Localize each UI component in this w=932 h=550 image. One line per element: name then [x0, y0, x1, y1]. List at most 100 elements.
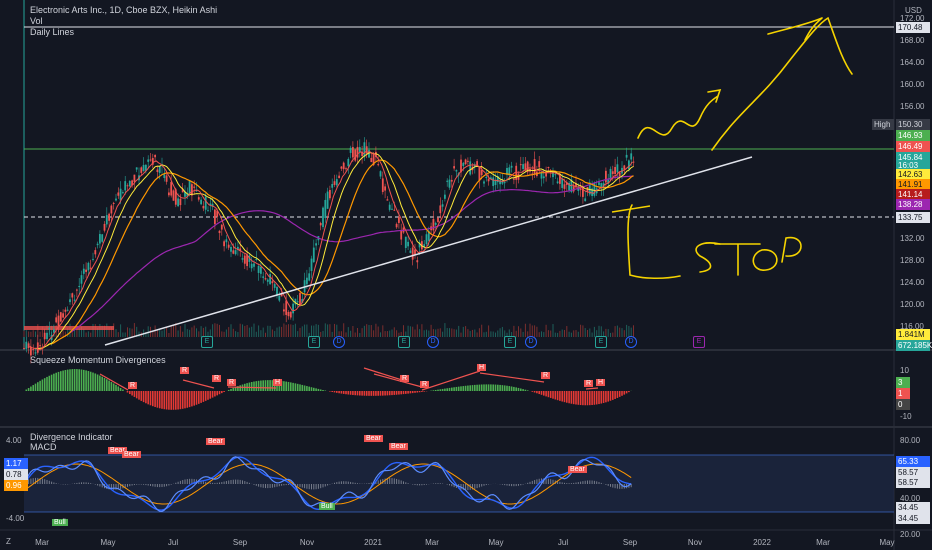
reg-div-label-6[interactable]: R — [420, 381, 430, 388]
squeeze-bar — [204, 391, 207, 401]
dividend-marker[interactable]: D — [427, 336, 439, 348]
timezone-icon[interactable]: Z — [6, 537, 11, 546]
volume-bar — [354, 332, 356, 337]
dividend-marker[interactable]: D — [625, 336, 637, 348]
trendline[interactable] — [104, 156, 753, 346]
bear-marker-4[interactable]: Bear — [364, 435, 383, 442]
earnings-marker[interactable]: E — [398, 336, 410, 348]
squeeze-bar — [421, 391, 423, 392]
annotation-drawing[interactable] — [627, 16, 853, 280]
dividend-marker[interactable]: D — [525, 336, 537, 348]
volume-bar — [416, 324, 418, 337]
volume-bar — [384, 331, 386, 337]
volume-bar — [304, 324, 306, 337]
volume-bar — [232, 328, 234, 337]
squeeze-bar — [388, 391, 391, 396]
volume-bar — [591, 332, 593, 337]
candle-body — [69, 299, 71, 303]
reg-div-label-7[interactable]: R — [541, 372, 551, 379]
candle-body — [384, 186, 386, 191]
squeeze-bar — [264, 380, 267, 391]
earnings-marker[interactable]: E — [504, 336, 516, 348]
candle-body — [483, 181, 485, 184]
macd-hist-bar — [389, 478, 391, 484]
squeeze-tag-green: 3 — [896, 377, 910, 388]
squeeze-bar — [414, 391, 416, 393]
bear-marker-3[interactable]: Bear — [206, 438, 225, 445]
candle-body — [117, 192, 120, 196]
reg-div-label-1[interactable]: R — [128, 382, 138, 389]
squeeze-bar — [365, 391, 368, 396]
volume-bar — [363, 325, 365, 337]
macd-hist-bar — [598, 482, 600, 484]
squeeze-bar — [386, 391, 389, 396]
reg-div-label-8[interactable]: R — [584, 380, 594, 387]
volume-bar — [587, 329, 588, 337]
volume-bar — [584, 328, 586, 337]
candle-body — [179, 198, 182, 206]
volume-bar — [189, 329, 191, 337]
bull-marker-2[interactable]: Bull — [319, 503, 335, 510]
candle-body — [584, 198, 587, 202]
candle-body — [448, 179, 451, 188]
volume-bar — [478, 328, 480, 337]
hidden-div-label-3[interactable]: H — [596, 379, 606, 386]
time-tick-label: Jul — [168, 538, 178, 547]
squeeze-bar — [349, 391, 352, 395]
reg-div-label-2[interactable]: R — [180, 367, 190, 374]
price-tick-label: 120.00 — [900, 300, 925, 309]
reg-div-label-3[interactable]: R — [212, 375, 222, 382]
volume-bar — [92, 323, 94, 337]
earnings-marker[interactable]: E — [201, 336, 213, 348]
candle-body — [64, 309, 67, 312]
reg-div-label-4[interactable]: R — [227, 379, 237, 386]
candle-body — [257, 265, 260, 273]
candle-body — [319, 223, 322, 226]
macd-hist-bar — [166, 484, 168, 487]
squeeze-bar — [545, 391, 547, 397]
macd-tick-4: 4.00 — [6, 436, 22, 445]
earnings-marker[interactable]: E — [595, 336, 607, 348]
volume-bar — [294, 323, 296, 337]
candle-body — [432, 218, 435, 231]
candle-body — [324, 199, 327, 219]
squeeze-bar — [195, 391, 198, 405]
bull-marker-1[interactable]: Bull — [52, 519, 68, 526]
bear-marker-2[interactable]: Bear — [122, 451, 141, 458]
volume-bar — [244, 325, 246, 337]
reg-div-label-5[interactable]: R — [400, 375, 410, 382]
volume-bar — [393, 327, 395, 337]
candle-body — [218, 230, 221, 234]
volume-bar — [614, 326, 616, 337]
volume-bar — [223, 331, 225, 337]
bear-marker-5[interactable]: Bear — [389, 443, 408, 450]
squeeze-bar — [296, 383, 299, 391]
macd-hist-bar — [520, 484, 522, 486]
macd-hist-bar — [152, 484, 154, 487]
squeeze-bar — [543, 391, 545, 396]
chart-canvas[interactable]: 172.00168.00164.00160.00156.00152.00148.… — [0, 0, 932, 550]
squeeze-bar — [554, 391, 557, 400]
candle-body — [315, 243, 317, 246]
candle-body — [322, 207, 324, 228]
macd-hist-bar — [619, 484, 621, 489]
macd-hist-bar — [78, 482, 80, 484]
candle-body — [391, 208, 393, 210]
dividend-marker[interactable]: D — [333, 336, 345, 348]
squeeze-bar — [441, 388, 444, 391]
macd-hist-bar — [419, 484, 421, 486]
squeeze-bar — [255, 381, 258, 391]
earnings-marker[interactable]: E — [308, 336, 320, 348]
macd-hist-bar — [605, 484, 607, 485]
macd-hist-bar — [407, 483, 409, 484]
squeeze-bar — [370, 391, 373, 396]
macd-hist-bar — [147, 484, 149, 486]
squeeze-bar — [368, 391, 370, 396]
bear-marker-6[interactable]: Bear — [568, 466, 587, 473]
price-tick-label: 156.00 — [900, 102, 925, 111]
hidden-div-label-1[interactable]: H — [273, 379, 283, 386]
hidden-div-label-2[interactable]: H — [477, 364, 487, 371]
candle-body — [156, 169, 159, 172]
candle-body — [446, 180, 449, 182]
earnings-marker[interactable]: E — [693, 336, 705, 348]
